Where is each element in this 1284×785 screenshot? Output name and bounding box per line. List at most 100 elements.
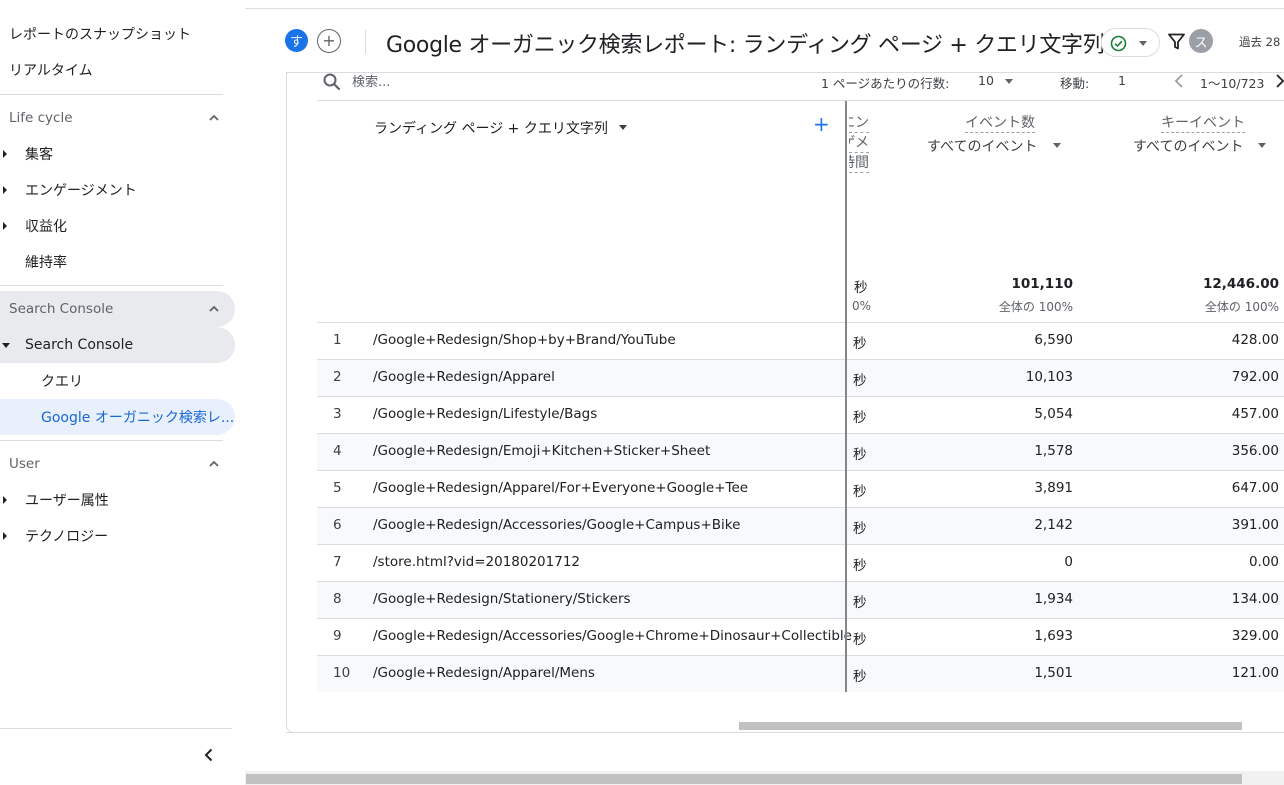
sidebar-item-label: テクノロジー <box>25 529 109 545</box>
table-horizontal-scrollbar[interactable] <box>739 722 1242 730</box>
caret-down-icon[interactable] <box>1053 143 1061 148</box>
key-event-count: 356.00 <box>1231 443 1279 459</box>
chevron-up-icon <box>209 305 219 312</box>
status-dropdown[interactable] <box>1101 28 1160 57</box>
date-range[interactable]: 過去 28 <box>1239 34 1280 50</box>
chevron-right-icon[interactable] <box>1274 73 1284 89</box>
truncated-cell: 秒 <box>853 669 867 685</box>
metric-name: イベント数 <box>965 115 1035 133</box>
row-number: 5 <box>333 480 342 496</box>
rows-per-page-select[interactable]: 10 <box>978 73 994 88</box>
row-number: 6 <box>333 517 342 533</box>
page-horizontal-scrollbar[interactable] <box>246 774 1242 784</box>
section-title: Search Console <box>9 301 114 317</box>
caret-right-icon <box>3 186 7 194</box>
key-event-count: 428.00 <box>1231 332 1279 348</box>
table-row[interactable]: 4 /Google+Redesign/Emoji+Kitchen+Sticker… <box>317 433 1284 470</box>
caret-down-icon[interactable] <box>1005 79 1013 84</box>
metric-name: キーイベント <box>1161 115 1245 133</box>
plus-icon[interactable]: + <box>813 114 830 134</box>
caret-right-icon <box>3 222 7 230</box>
sidebar-item-label: Search Console <box>25 337 134 353</box>
total-key-events: 12,446.00 <box>1202 276 1279 292</box>
caret-down-icon <box>1139 41 1147 46</box>
user-avatar[interactable]: ス <box>1189 29 1213 53</box>
truncated-cell: 秒 <box>853 595 867 611</box>
header-fragment: エン <box>849 113 869 133</box>
sidebar-divider <box>0 285 223 286</box>
table-row[interactable]: 9 /Google+Redesign/Accessories/Google+Ch… <box>317 618 1284 655</box>
sidebar-section-user[interactable]: User <box>0 446 235 482</box>
chevron-up-icon <box>209 114 219 121</box>
comparison-avatar[interactable]: す <box>285 29 308 52</box>
event-count: 1,578 <box>1034 443 1073 459</box>
metric-header-key-events[interactable]: キーイベント <box>1150 114 1245 133</box>
table-row[interactable]: 2 /Google+Redesign/Apparel 秒 10,103 792.… <box>317 359 1284 396</box>
table-row[interactable]: 1 /Google+Redesign/Shop+by+Brand/YouTube… <box>317 322 1284 359</box>
sidebar-item-label: エンゲージメント <box>25 183 137 199</box>
metric-filter-events[interactable]: すべてのイベント <box>927 136 1037 156</box>
row-number: 10 <box>333 665 351 681</box>
table-row[interactable]: 6 /Google+Redesign/Accessories/Google+Ca… <box>317 507 1284 544</box>
plus-icon[interactable]: + <box>317 29 341 53</box>
table-row[interactable]: 7 /store.html?vid=20180201712 秒 0 0.00 <box>317 544 1284 581</box>
filter-icon[interactable] <box>1168 33 1185 50</box>
sidebar-divider <box>0 440 223 441</box>
total-events: 101,110 <box>1011 276 1074 292</box>
card-bottom-border <box>286 732 1284 733</box>
key-event-count: 121.00 <box>1231 665 1279 681</box>
frozen-column-divider[interactable] <box>845 101 847 692</box>
sidebar-divider <box>0 728 232 729</box>
table-header-divider <box>317 100 1284 101</box>
key-event-count: 134.00 <box>1231 591 1279 607</box>
truncated-cell: 秒 <box>853 447 867 463</box>
event-count: 6,590 <box>1034 332 1073 348</box>
table-row[interactable]: 3 /Google+Redesign/Lifestyle/Bags 秒 5,05… <box>317 396 1284 433</box>
header-fragment: ゲメ <box>849 133 869 153</box>
chevron-left-icon[interactable] <box>200 746 218 764</box>
table-row[interactable]: 10 /Google+Redesign/Apparel/Mens 秒 1,501… <box>317 655 1284 692</box>
landing-page: /Google+Redesign/Apparel/For+Everyone+Go… <box>373 480 749 496</box>
table-row[interactable]: 8 /Google+Redesign/Stationery/Stickers 秒… <box>317 581 1284 618</box>
truncated-total: 秒 <box>854 280 868 296</box>
analytics-app: レポートのスナップショット リアルタイム Life cycle 集客 エンゲージ… <box>0 0 1284 785</box>
section-title: Life cycle <box>9 110 73 126</box>
total-key-events-pct: 全体の 100% <box>1204 300 1279 314</box>
sidebar-section-lifecycle[interactable]: Life cycle <box>0 100 235 136</box>
caret-right-icon <box>3 532 7 540</box>
event-count: 10,103 <box>1025 369 1073 385</box>
table-row[interactable]: 5 /Google+Redesign/Apparel/For+Everyone+… <box>317 470 1284 507</box>
caret-right-icon <box>3 150 7 158</box>
sidebar-item-label: 維持率 <box>25 255 67 271</box>
event-count: 1,934 <box>1034 591 1073 607</box>
event-count: 0 <box>1064 554 1073 570</box>
truncated-cell: 秒 <box>853 484 867 500</box>
event-count: 1,501 <box>1034 665 1073 681</box>
sidebar-item-label: リアルタイム <box>9 63 93 79</box>
caret-down-icon <box>2 343 10 348</box>
landing-page: /Google+Redesign/Accessories/Google+Camp… <box>373 517 741 533</box>
truncated-cell: 秒 <box>853 521 867 537</box>
sidebar-item-label: クエリ <box>41 374 83 390</box>
search-input[interactable] <box>352 72 752 92</box>
row-number: 7 <box>333 554 342 570</box>
metric-header-events[interactable]: イベント数 <box>955 114 1035 133</box>
truncated-cell: 秒 <box>853 373 867 389</box>
dimension-header[interactable]: ランディング ページ + クエリ文字列 <box>374 118 608 138</box>
sidebar-item-label: Google オーガニック検索レ... <box>41 410 235 426</box>
truncated-metric-header[interactable]: エン ゲメ 時間 <box>849 113 869 173</box>
caret-down-icon[interactable] <box>619 125 627 130</box>
key-event-count: 457.00 <box>1231 406 1279 422</box>
pagination-range: 1〜10/723 <box>1200 76 1265 91</box>
rows-per-page-label: 1 ページあたりの行数: <box>821 76 950 91</box>
caret-down-icon[interactable] <box>1258 143 1266 148</box>
metric-filter-key-events[interactable]: すべてのイベント <box>1133 136 1243 156</box>
chevron-left-icon[interactable] <box>1172 73 1186 89</box>
truncated-cell: 秒 <box>853 558 867 574</box>
landing-page: /Google+Redesign/Apparel/Mens <box>373 665 595 681</box>
goto-page-input[interactable]: 1 <box>1118 73 1126 88</box>
sidebar-section-search-console[interactable]: Search Console <box>0 291 235 327</box>
key-event-count: 792.00 <box>1231 369 1279 385</box>
landing-page: /Google+Redesign/Apparel <box>373 369 555 385</box>
check-circle-icon <box>1110 35 1127 52</box>
